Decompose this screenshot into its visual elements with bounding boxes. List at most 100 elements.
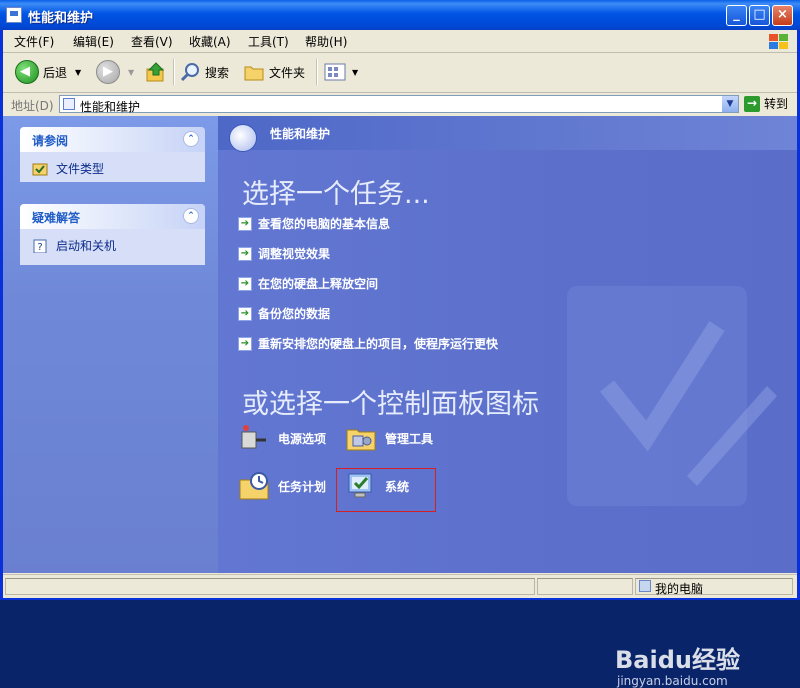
power-options-icon xyxy=(241,425,266,449)
views-button[interactable]: ▼ xyxy=(324,59,358,85)
task-label: 重新安排您的硬盘上的项目，使程序运行更快 xyxy=(258,337,499,351)
menu-view[interactable]: 查看(V) xyxy=(131,33,173,50)
troubleshoot-header[interactable]: 疑难解答 ⌃ xyxy=(20,204,205,229)
task-arrow-icon: ➔ xyxy=(238,336,252,351)
back-dropdown-icon[interactable]: ▼ xyxy=(75,68,81,77)
toolbar: ◀ 后退 ▼ ▶ ▼ 搜索 文件夹 ▼ xyxy=(3,53,797,93)
search-button[interactable]: 搜索 xyxy=(179,59,229,85)
forward-button[interactable]: ▶ ▼ xyxy=(96,59,134,85)
icon-label: 电源选项 xyxy=(278,431,327,446)
window-icon xyxy=(6,7,22,23)
task-link[interactable]: ➔ 备份您的数据 xyxy=(238,305,330,322)
go-label: 转到 xyxy=(764,97,789,111)
banner-title: 性能和维护 xyxy=(270,127,331,141)
collapse-icon[interactable]: ⌃ xyxy=(183,131,199,147)
power-options-link[interactable]: 电源选项 xyxy=(238,422,326,454)
go-button[interactable]: → 转到 xyxy=(744,95,788,112)
maximize-button[interactable]: □ xyxy=(749,5,770,26)
menu-file[interactable]: 文件(F) xyxy=(14,33,54,50)
system-highlight-box xyxy=(336,468,436,512)
scheduled-tasks-icon xyxy=(239,472,269,500)
menu-tools[interactable]: 工具(T) xyxy=(248,33,289,50)
task-link[interactable]: ➔ 查看您的电脑的基本信息 xyxy=(238,215,390,232)
task-arrow-icon: ➔ xyxy=(238,306,252,321)
file-types-link[interactable]: 文件类型 xyxy=(20,152,205,182)
forward-dropdown-icon[interactable]: ▼ xyxy=(128,68,134,77)
folders-button[interactable]: 文件夹 xyxy=(243,59,305,85)
task-label: 调整视觉效果 xyxy=(258,247,331,261)
task-arrow-icon: ➔ xyxy=(238,276,252,291)
views-dropdown-icon[interactable]: ▼ xyxy=(352,68,358,77)
task-pane: 请参阅 ⌃ 文件类型 疑难解答 ⌃ ? 启动和关机 xyxy=(3,116,218,573)
address-bar: 地址(D) 性能和维护 ▼ → 转到 xyxy=(3,93,797,115)
address-input[interactable]: 性能和维护 ▼ xyxy=(59,95,739,114)
views-icon xyxy=(324,63,346,81)
status-segment xyxy=(5,578,535,595)
see-also-panel: 请参阅 ⌃ 文件类型 xyxy=(20,127,205,182)
address-label: 地址(D) xyxy=(11,99,54,113)
main-pane: 性能和维护 选择一个任务... ➔ 查看您的电脑的基本信息 ➔ 调整视觉效果 ➔… xyxy=(218,116,797,573)
task-label: 在您的硬盘上释放空间 xyxy=(258,277,379,291)
back-label: 后退 xyxy=(43,65,68,80)
task-heading: 选择一个任务... xyxy=(242,179,430,210)
task-link[interactable]: ➔ 重新安排您的硬盘上的项目，使程序运行更快 xyxy=(238,335,498,352)
address-value: 性能和维护 xyxy=(80,100,141,114)
folders-label: 文件夹 xyxy=(269,65,306,80)
task-link[interactable]: ➔ 调整视觉效果 xyxy=(238,245,330,262)
status-bar: 我的电脑 xyxy=(3,574,797,598)
up-folder-icon xyxy=(146,62,165,82)
icon-label: 任务计划 xyxy=(278,479,327,494)
title-bar[interactable]: 性能和维护 _ □ × xyxy=(0,0,800,30)
task-label: 备份您的数据 xyxy=(258,307,331,321)
status-segment xyxy=(537,578,633,595)
menu-bar: 文件(F) 编辑(E) 查看(V) 收藏(A) 工具(T) 帮助(H) xyxy=(3,30,797,53)
search-icon xyxy=(180,63,199,82)
address-dropdown-icon[interactable]: ▼ xyxy=(722,96,738,112)
scheduled-tasks-link[interactable]: 任务计划 xyxy=(238,470,326,502)
close-button[interactable]: × xyxy=(772,5,793,26)
see-also-header[interactable]: 请参阅 ⌃ xyxy=(20,127,205,152)
forward-arrow-icon: ▶ xyxy=(96,60,120,84)
go-arrow-icon: → xyxy=(744,95,760,112)
task-label: 查看您的电脑的基本信息 xyxy=(258,217,391,231)
panel-title: 请参阅 xyxy=(32,134,69,148)
help-icon: ? xyxy=(33,239,47,253)
file-types-icon xyxy=(32,163,48,176)
startup-shutdown-link[interactable]: ? 启动和关机 xyxy=(20,229,205,265)
panel-link-label: 文件类型 xyxy=(56,162,105,176)
baidu-logo: Baidu经验 xyxy=(615,646,740,674)
troubleshoot-panel: 疑难解答 ⌃ ? 启动和关机 xyxy=(20,204,205,265)
search-label: 搜索 xyxy=(205,65,230,80)
panel-title: 疑难解答 xyxy=(32,211,81,225)
admin-tools-link[interactable]: 管理工具 xyxy=(345,422,433,454)
baidu-watermark: Baidu经验 jingyan.baidu.com xyxy=(615,626,795,688)
banner: 性能和维护 xyxy=(218,116,797,152)
status-zone-text: 我的电脑 xyxy=(655,582,704,596)
task-arrow-icon: ➔ xyxy=(238,246,252,261)
baidu-url: jingyan.baidu.com xyxy=(617,674,728,688)
collapse-icon[interactable]: ⌃ xyxy=(183,208,199,224)
explorer-window: 性能和维护 _ □ × 文件(F) 编辑(E) 查看(V) 收藏(A) 工具(T… xyxy=(0,0,800,688)
icons-heading: 或选择一个控制面板图标 xyxy=(242,389,539,420)
back-button[interactable]: ◀ 后退 ▼ xyxy=(15,59,81,85)
up-folder-button[interactable] xyxy=(145,59,167,85)
menu-help[interactable]: 帮助(H) xyxy=(305,33,347,50)
admin-tools-icon xyxy=(346,429,376,451)
watermark-checklist-icon xyxy=(567,286,777,506)
back-arrow-icon: ◀ xyxy=(15,60,39,84)
icon-label: 管理工具 xyxy=(385,431,434,446)
svg-text:?: ? xyxy=(37,242,42,253)
panel-link-label: 启动和关机 xyxy=(56,239,117,253)
folder-icon xyxy=(244,66,264,81)
my-computer-icon xyxy=(639,580,651,592)
content-area: 请参阅 ⌃ 文件类型 疑难解答 ⌃ ? 启动和关机 性能和维护 选择一个任务..… xyxy=(3,116,797,688)
performance-maintenance-icon xyxy=(229,124,257,152)
task-link[interactable]: ➔ 在您的硬盘上释放空间 xyxy=(238,275,378,292)
control-panel-icon xyxy=(63,98,75,110)
windows-logo-icon xyxy=(767,32,789,50)
window-title: 性能和维护 xyxy=(28,11,94,26)
task-arrow-icon: ➔ xyxy=(238,216,252,231)
menu-favorites[interactable]: 收藏(A) xyxy=(189,33,231,50)
minimize-button[interactable]: _ xyxy=(726,5,747,26)
menu-edit[interactable]: 编辑(E) xyxy=(73,33,114,50)
